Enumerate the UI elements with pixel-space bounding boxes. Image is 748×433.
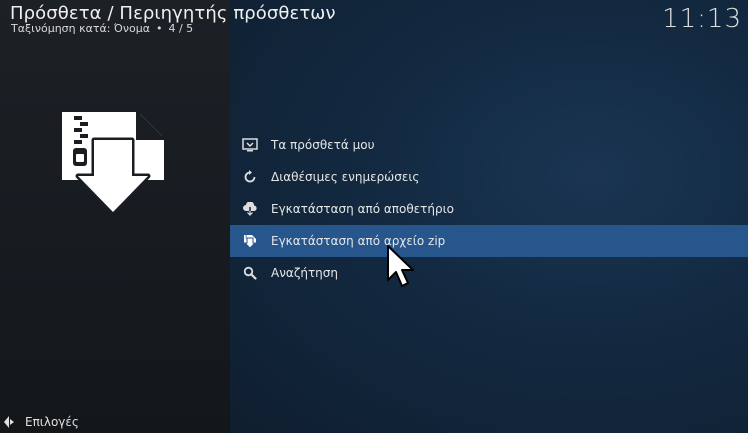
mouse-cursor-icon: [387, 245, 414, 287]
item-position: 4 / 5: [168, 22, 194, 35]
menu-item-search[interactable]: Αναζήτηση: [230, 257, 748, 289]
zip-install-icon: [62, 112, 164, 214]
menu-item-install-from-zip[interactable]: Εγκατάσταση από αρχείο zip: [230, 225, 748, 257]
refresh-icon: [241, 168, 259, 186]
cloud-download-icon: [241, 200, 259, 218]
sort-label[interactable]: Ταξινόμηση κατά: Όνομα: [11, 22, 150, 35]
my-addons-icon: [241, 136, 259, 154]
menu-item-label: Διαθέσιμες ενημερώσεις: [271, 170, 420, 184]
options-button[interactable]: Επιλογές: [3, 415, 79, 429]
search-icon: [241, 264, 259, 282]
options-label: Επιλογές: [25, 415, 79, 429]
menu-item-label: Αναζήτηση: [271, 266, 338, 280]
sort-info: Ταξινόμηση κατά: Όνομα • 4 / 5: [11, 22, 193, 35]
menu-item-updates[interactable]: Διαθέσιμες ενημερώσεις: [230, 161, 748, 193]
zip-file-icon: [241, 232, 259, 250]
menu-item-my-addons[interactable]: Τα πρόσθετά μου: [230, 129, 748, 161]
menu-item-label: Εγκατάσταση από αρχείο zip: [271, 234, 446, 248]
menu-item-label: Εγκατάσταση από αποθετήριο: [271, 202, 455, 216]
page-title: Πρόσθετα / Περιηγητής πρόσθετων: [10, 3, 336, 24]
addon-browser-menu: Τα πρόσθετά μου Διαθέσιμες ενημερώσεις Ε…: [230, 129, 748, 289]
clock: 11:13: [662, 4, 742, 34]
menu-item-label: Τα πρόσθετά μου: [271, 138, 375, 152]
left-panel-background: [0, 0, 230, 433]
options-arrows-icon: [3, 415, 17, 429]
menu-item-install-from-repository[interactable]: Εγκατάσταση από αποθετήριο: [230, 193, 748, 225]
separator: •: [155, 22, 163, 35]
